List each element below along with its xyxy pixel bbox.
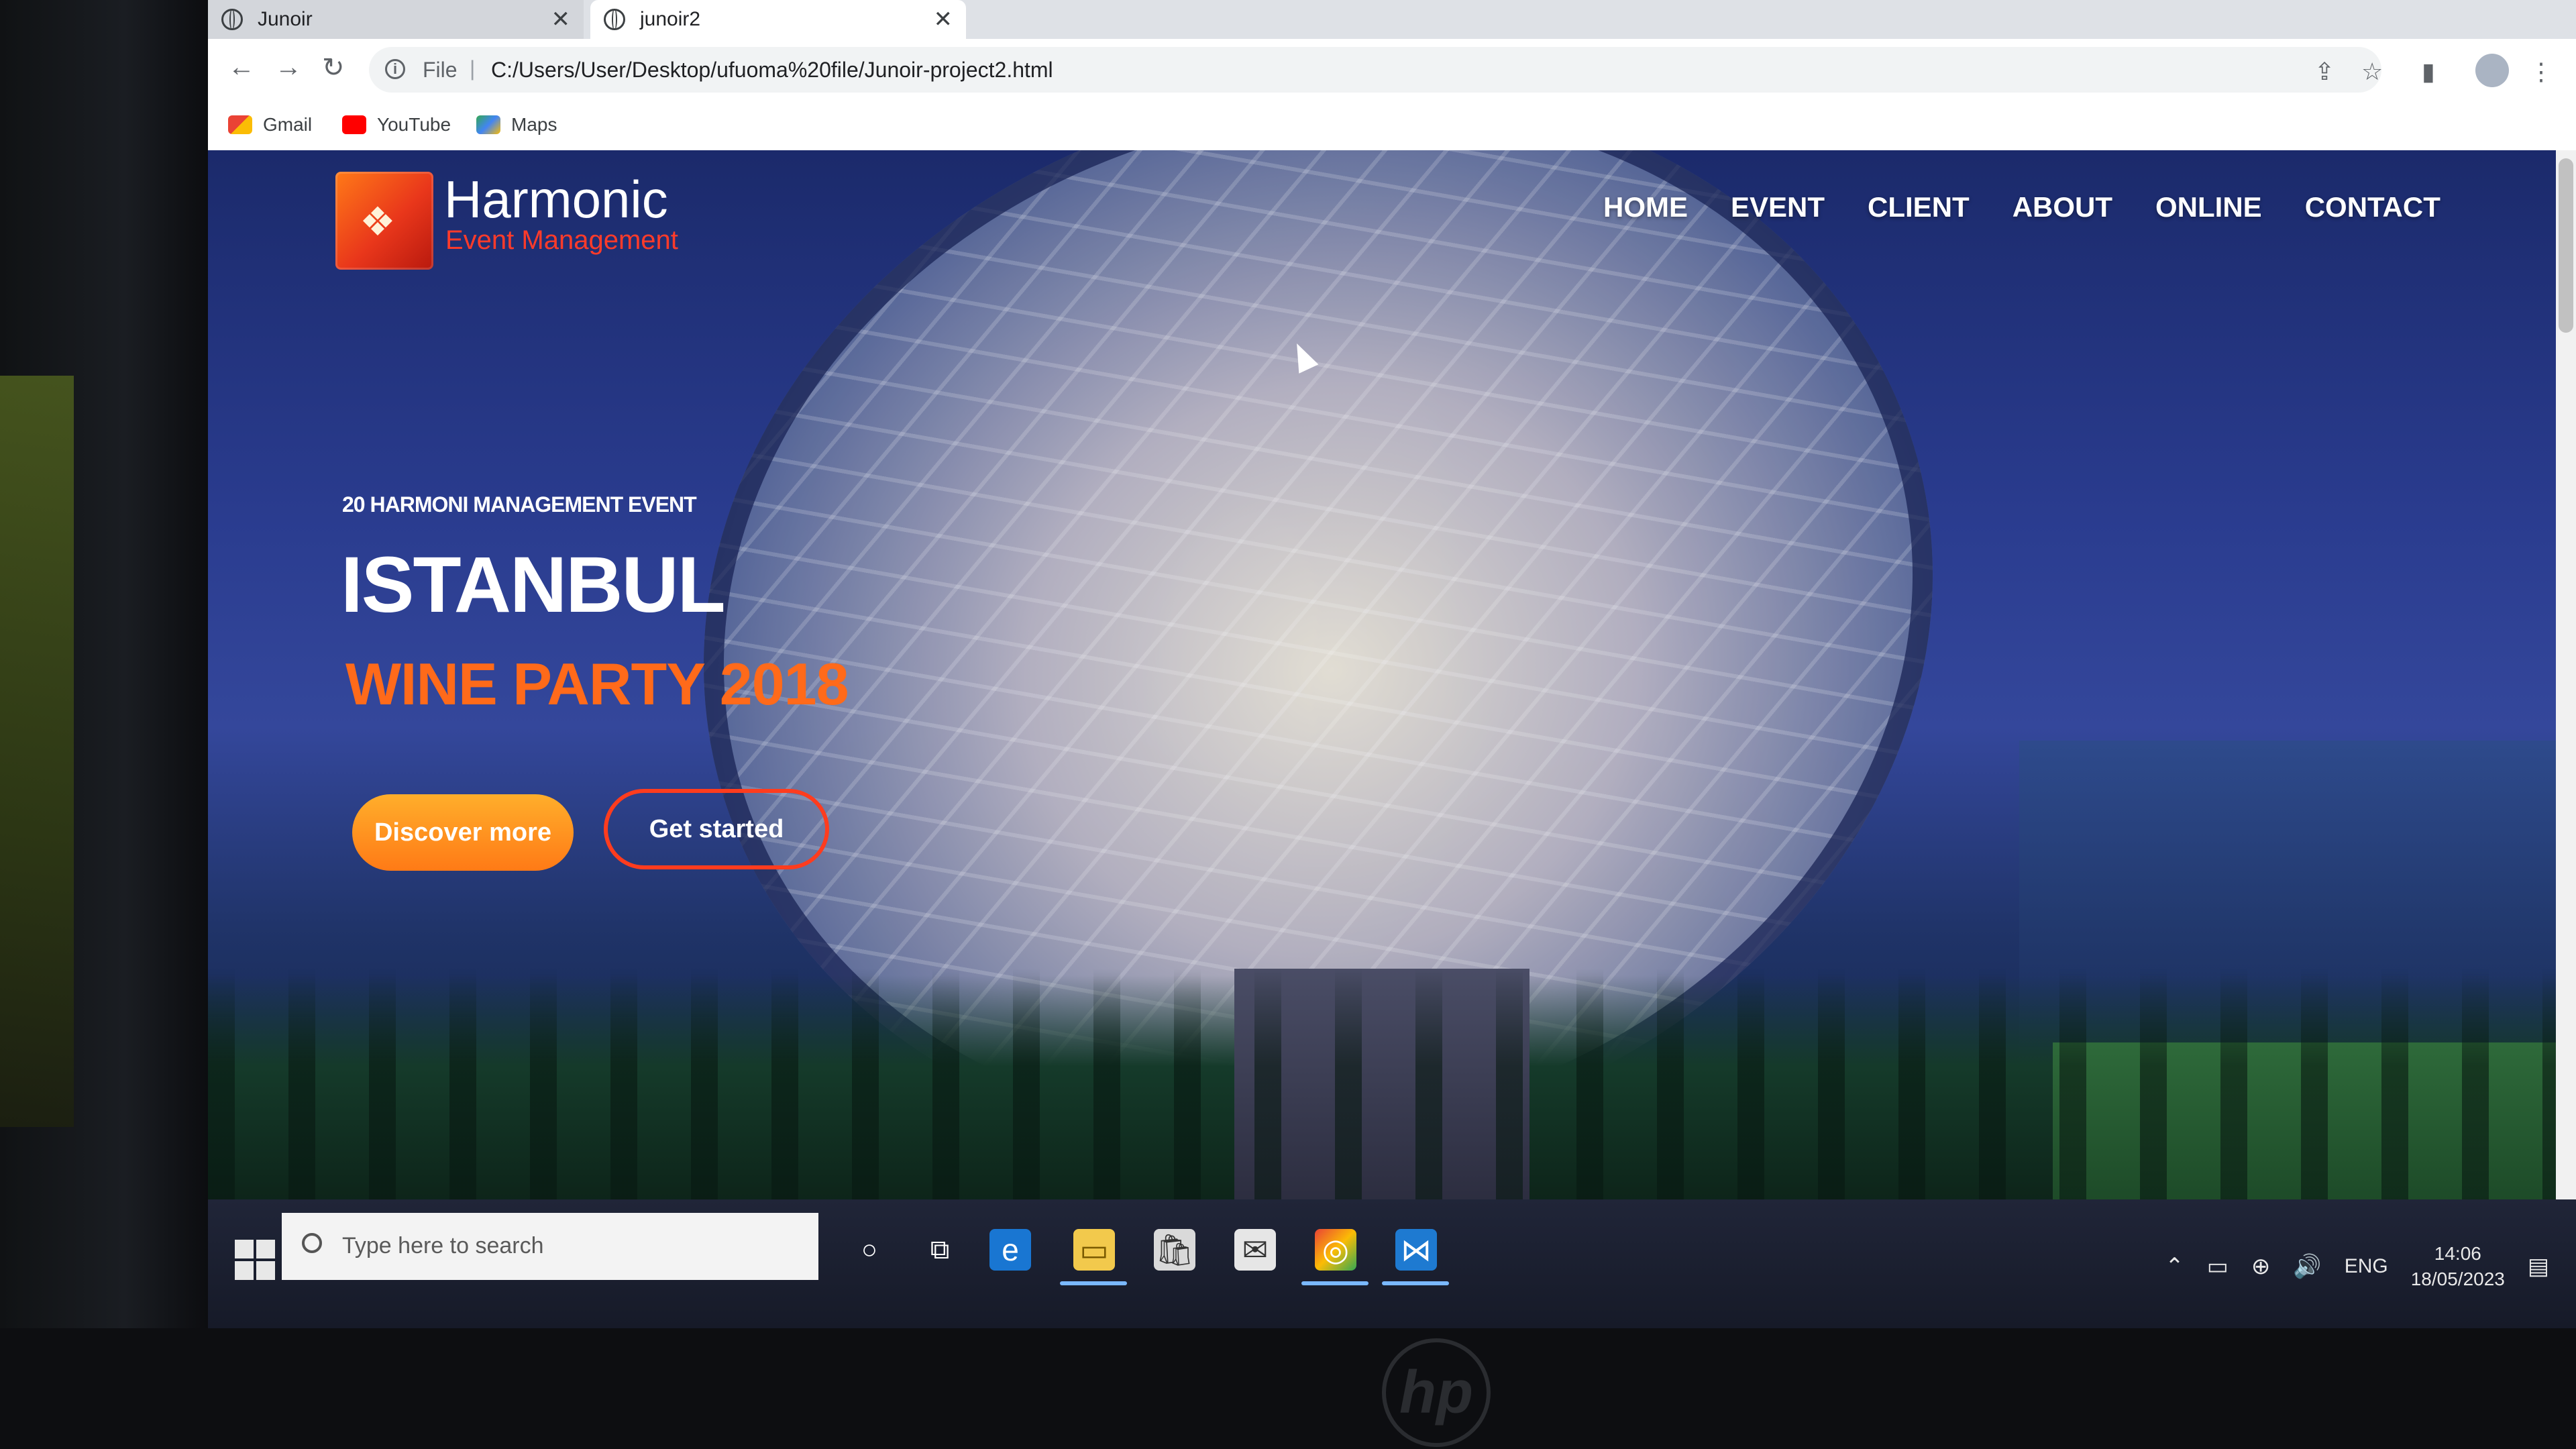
nav-event[interactable]: EVENT — [1731, 177, 1825, 237]
url-separator: | — [470, 56, 476, 80]
get-started-button[interactable]: Get started — [604, 789, 829, 869]
close-icon[interactable]: ✕ — [934, 6, 953, 33]
search-icon — [302, 1233, 322, 1253]
scrollbar-thumb[interactable] — [2559, 158, 2573, 333]
discover-more-button[interactable]: Discover more — [352, 794, 574, 871]
nav-client[interactable]: CLIENT — [1868, 177, 1970, 237]
reload-icon[interactable]: ↻ — [322, 52, 345, 83]
active-app-indicator — [1060, 1281, 1127, 1285]
edge-icon[interactable]: e — [989, 1229, 1031, 1271]
url-text[interactable]: C:/Users/User/Desktop/ufuoma%20file/Juno… — [491, 58, 1053, 83]
notification-icon[interactable]: ▤ — [2528, 1253, 2549, 1280]
maps-icon — [476, 115, 500, 134]
brand-name[interactable]: Harmonic — [444, 169, 668, 230]
windows-taskbar: Type here to search ○ ⧉ e ▭ 🛍 ✉ ◎ ⋈ ⌃ ▭ … — [208, 1199, 2576, 1328]
menu-kebab-icon[interactable]: ⋮ — [2529, 58, 2553, 86]
nav-home[interactable]: HOME — [1603, 177, 1688, 237]
info-icon[interactable]: i — [385, 59, 405, 79]
bookmark-gmail[interactable]: Gmail — [228, 114, 312, 136]
language-indicator[interactable]: ENG — [2345, 1255, 2388, 1278]
web-page: ❖ Harmonic Event Management HOME EVENT C… — [208, 150, 2576, 1199]
bookmark-label: Maps — [511, 114, 557, 135]
windows-start-icon[interactable] — [235, 1240, 275, 1280]
cortana-icon[interactable]: ○ — [849, 1229, 890, 1271]
profile-avatar[interactable] — [2475, 54, 2509, 87]
star-icon[interactable]: ☆ — [2361, 58, 2383, 86]
monitor-bezel-bottom — [0, 1328, 2576, 1449]
taskbar-search-input[interactable]: Type here to search — [282, 1213, 818, 1280]
sidepanel-icon[interactable]: ▮ — [2422, 58, 2435, 86]
browser-toolbar: ← → ↻ i File | C:/Users/User/Desktop/ufu… — [208, 39, 2576, 104]
site-logo[interactable]: ❖ — [335, 172, 433, 270]
globe-icon — [604, 9, 625, 30]
bookmark-youtube[interactable]: YouTube — [342, 114, 451, 136]
browser-tab-junoir2[interactable]: junoir2 ✕ — [590, 0, 966, 39]
network-globe-icon[interactable]: ⊕ — [2251, 1253, 2271, 1280]
battery-icon[interactable]: ▭ — [2207, 1253, 2229, 1280]
browser-tab-junoir[interactable]: Junoir ✕ — [208, 0, 584, 39]
url-scheme: File — [423, 58, 458, 82]
clock-time: 14:06 — [2434, 1243, 2481, 1264]
nav-contact[interactable]: CONTACT — [2305, 177, 2440, 237]
store-icon[interactable]: 🛍 — [1154, 1229, 1195, 1271]
active-app-indicator — [1301, 1281, 1368, 1285]
bookmark-maps[interactable]: Maps — [476, 114, 557, 136]
chevron-up-icon[interactable]: ⌃ — [2165, 1253, 2184, 1280]
hero-palm-trees — [208, 969, 2576, 1199]
hero-subtitle: WINE PARTY 2018 — [345, 651, 849, 717]
back-arrow-icon[interactable]: ← — [228, 52, 255, 83]
gmail-icon — [228, 115, 252, 134]
hero-eyebrow: 20 HARMONI MANAGEMENT EVENT — [342, 492, 697, 517]
bookmarks-bar: Gmail YouTube Maps — [208, 103, 2576, 151]
system-tray: ⌃ ▭ ⊕ 🔊 ENG 14:06 18/05/2023 ▤ — [2165, 1226, 2549, 1307]
task-view-icon[interactable]: ⧉ — [919, 1229, 961, 1271]
mail-icon[interactable]: ✉ — [1234, 1229, 1276, 1271]
hp-logo: hp — [1382, 1338, 1491, 1447]
taskbar-clock[interactable]: 14:06 18/05/2023 — [2411, 1241, 2505, 1292]
background-glow — [0, 376, 74, 1127]
bookmark-label: YouTube — [377, 114, 451, 135]
bookmark-label: Gmail — [263, 114, 313, 135]
nav-online[interactable]: ONLINE — [2155, 177, 2262, 237]
brand-tagline: Event Management — [445, 225, 678, 255]
close-icon[interactable]: ✕ — [551, 6, 571, 33]
tab-title: Junoir — [258, 8, 313, 30]
hero-title: ISTANBUL — [341, 541, 726, 629]
globe-icon — [221, 9, 243, 30]
youtube-icon — [342, 115, 366, 134]
nav-about[interactable]: ABOUT — [2012, 177, 2112, 237]
tab-title: junoir2 — [640, 8, 701, 30]
logo-mark-icon: ❖ — [360, 199, 396, 244]
file-explorer-icon[interactable]: ▭ — [1073, 1229, 1115, 1271]
forward-arrow-icon[interactable]: → — [275, 52, 302, 83]
search-placeholder: Type here to search — [342, 1233, 544, 1258]
main-navigation: HOME EVENT CLIENT ABOUT ONLINE CONTACT — [1603, 177, 2440, 237]
chrome-icon[interactable]: ◎ — [1315, 1229, 1356, 1271]
share-icon[interactable]: ⇪ — [2314, 58, 2334, 86]
monitor-screen: Junoir ✕ junoir2 ✕ ← → ↻ i File | C:/Use… — [208, 0, 2576, 1328]
volume-icon[interactable]: 🔊 — [2293, 1253, 2321, 1280]
active-app-indicator — [1382, 1281, 1449, 1285]
clock-date: 18/05/2023 — [2410, 1269, 2505, 1289]
browser-tabstrip: Junoir ✕ junoir2 ✕ — [208, 0, 2576, 40]
vscode-icon[interactable]: ⋈ — [1395, 1229, 1437, 1271]
address-bar[interactable]: i File | C:/Users/User/Desktop/ufuoma%20… — [369, 47, 2381, 93]
